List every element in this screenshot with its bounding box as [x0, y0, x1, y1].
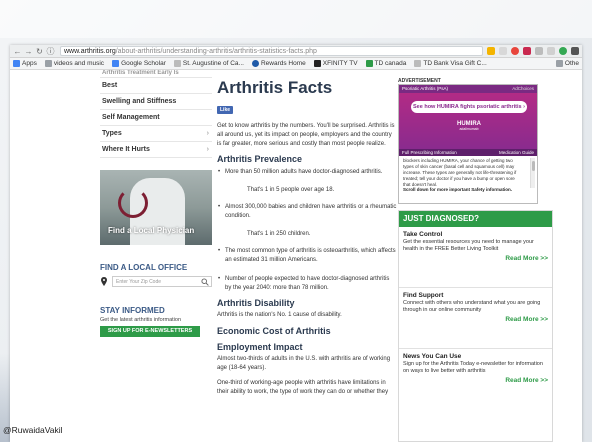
prevalence-heading: Arthritis Prevalence — [217, 154, 303, 164]
economic-heading: Economic Cost of Arthritis — [217, 326, 331, 336]
zip-search-row: Enter Your Zip Code — [100, 276, 212, 287]
list-note: That's 1 in 5 people over age 18. — [247, 187, 335, 193]
ad-footer: Scroll down for more important Safety in… — [403, 187, 513, 192]
td-icon — [365, 60, 373, 67]
employment-text: One-third of working-age people with art… — [217, 380, 389, 395]
map-pin-icon — [101, 277, 107, 286]
read-more-link[interactable]: Read More >> — [403, 316, 548, 323]
ad-scrollbar[interactable] — [530, 158, 535, 188]
find-physician-promo[interactable]: Find a Local Physician — [100, 170, 212, 245]
read-more-link[interactable]: Read More >> — [403, 255, 548, 262]
search-icon[interactable] — [201, 278, 209, 286]
reload-icon[interactable]: ↻ — [35, 47, 44, 56]
read-more-link[interactable]: Read More >> — [403, 377, 548, 384]
find-support-section: Find Support Connect with others who und… — [399, 288, 552, 349]
nav-item-best[interactable]: Best — [100, 78, 212, 94]
disability-heading: Arthritis Disability — [217, 298, 295, 308]
ad-safety-text: blockers including HUMIRA, your chance o… — [403, 158, 517, 186]
extension-icon[interactable] — [559, 47, 567, 55]
news-section: News You Can Use Sign up for the Arthrit… — [403, 353, 548, 384]
author-watermark: @RuwaidaVakil — [3, 425, 63, 435]
info-icon[interactable]: ⓘ — [46, 47, 55, 56]
ad-cta-button[interactable]: See how HUMIRA fights psoriatic arthriti… — [411, 101, 527, 113]
stay-informed-title: STAY INFORMED — [100, 306, 165, 315]
promo-label: Find a Local Physician — [108, 226, 195, 235]
address-bar[interactable]: www.arthritis.org /about-arthritis/under… — [60, 46, 483, 56]
signup-newsletter-button[interactable]: SIGN UP FOR E-NEWSLETTERS — [100, 326, 200, 337]
extension-icon[interactable] — [511, 47, 519, 55]
employment-heading: Employment Impact — [217, 342, 303, 352]
bookmarks-bar: Apps videos and music Google Scholar St.… — [10, 58, 582, 70]
right-column: ADVERTISEMENT Psoriatic Arthritis (PsA) … — [398, 70, 558, 442]
extension-icons — [487, 47, 579, 55]
intro-paragraph: Get to know arthritis by the numbers. Yo… — [217, 123, 395, 147]
bookmark-st-augustine[interactable]: St. Augustine of Ca... — [173, 60, 244, 67]
just-diagnosed-title: JUST DIAGNOSED? — [399, 211, 552, 227]
list-item: More than 50 million adults have doctor-… — [217, 168, 397, 177]
bookmark-td-canada[interactable]: TD canada — [365, 60, 406, 67]
list-item: Almost 300,000 babies and children have … — [217, 203, 397, 221]
extension-icon[interactable] — [487, 47, 495, 55]
bookmark-td-visa[interactable]: TD Bank Visa Gift C... — [414, 60, 487, 67]
page-icon — [414, 60, 422, 67]
other-bookmarks[interactable]: Othe — [555, 60, 579, 67]
bookmark-videos[interactable]: videos and music — [44, 60, 104, 67]
just-diagnosed-panel: JUST DIAGNOSED? Take Control Get the ess… — [398, 210, 553, 442]
ad-link-prescribing[interactable]: Full Prescribing Information — [402, 149, 457, 156]
ad-link-medication[interactable]: Medication Guide — [499, 149, 534, 156]
nav-item-types[interactable]: Types › — [100, 126, 212, 142]
humira-advertisement[interactable]: Psoriatic Arthritis (PsA) AdChoices See … — [398, 84, 538, 204]
back-arrow-icon[interactable]: ← — [13, 47, 22, 56]
bookmark-xfinity[interactable]: XFINITY TV — [313, 60, 358, 67]
chevron-right-icon: › — [206, 146, 209, 153]
star-icon[interactable] — [499, 47, 507, 55]
nav-item-where-it-hurts[interactable]: Where It Hurts › — [100, 142, 212, 158]
extension-icon[interactable] — [535, 47, 543, 55]
rewards-icon — [251, 60, 259, 67]
main-content: Arthritis Facts Like Get to know arthrit… — [215, 70, 397, 442]
url-path: /about-arthritis/understanding-arthritis… — [115, 47, 317, 55]
bookmark-rewards[interactable]: Rewards Home — [251, 60, 306, 67]
ad-links: Full Prescribing Information Medication … — [399, 149, 537, 156]
folder-icon — [44, 60, 52, 67]
nav-item-cut[interactable]: Arthritis Treatment Early Is — [100, 70, 212, 78]
menu-icon[interactable] — [571, 47, 579, 55]
browser-toolbar: ← → ↻ ⓘ www.arthritis.org /about-arthrit… — [10, 45, 582, 58]
web-page: Arthritis Treatment Early Is Best Swelli… — [10, 70, 582, 442]
scholar-icon — [112, 60, 120, 67]
browser-window: ← → ↻ ⓘ www.arthritis.org /about-arthrit… — [10, 45, 582, 442]
folder-icon — [555, 60, 563, 67]
list-item: The most common type of arthritis is ost… — [217, 247, 397, 265]
page-title: Arthritis Facts — [217, 78, 333, 97]
apps-grid-icon — [13, 60, 20, 67]
zip-placeholder: Enter Your Zip Code — [116, 279, 162, 285]
bookmark-scholar[interactable]: Google Scholar — [112, 60, 166, 67]
chevron-right-icon: › — [206, 130, 209, 137]
extension-icon[interactable] — [547, 47, 555, 55]
bookmark-apps[interactable]: Apps — [13, 60, 37, 67]
humira-logo: HUMIRA adalimumab — [457, 121, 481, 131]
url-host: www.arthritis.org — [64, 47, 116, 55]
forward-arrow-icon[interactable]: → — [24, 47, 33, 56]
ad-header: Psoriatic Arthritis (PsA) AdChoices — [399, 85, 537, 93]
list-note: That's 1 in 250 children. — [247, 231, 311, 237]
left-navigation: Arthritis Treatment Early Is Best Swelli… — [100, 70, 212, 158]
nav-item-self-management[interactable]: Self Management — [100, 110, 212, 126]
page-icon — [173, 60, 181, 67]
left-column: Arthritis Treatment Early Is Best Swelli… — [10, 70, 215, 442]
disability-text: Arthritis is the nation's No. 1 cause of… — [217, 312, 342, 318]
stay-informed-subtitle: Get the latest arthritis information — [100, 317, 182, 323]
employment-text: Almost two-thirds of adults in the U.S. … — [217, 356, 391, 371]
find-office-title: FIND A LOCAL OFFICE — [100, 263, 188, 272]
take-control-section: Take Control Get the essential resources… — [399, 227, 552, 288]
tv-icon — [313, 60, 321, 67]
nav-item-swelling[interactable]: Swelling and Stiffness — [100, 94, 212, 110]
zip-code-input[interactable]: Enter Your Zip Code — [112, 276, 212, 287]
ad-body: See how HUMIRA fights psoriatic arthriti… — [399, 93, 537, 149]
stethoscope-icon — [118, 188, 148, 218]
adchoices-icon[interactable]: AdChoices — [512, 85, 534, 93]
pinterest-icon[interactable] — [523, 47, 531, 55]
facebook-like-button[interactable]: Like — [217, 106, 234, 114]
list-item: Number of people expected to have doctor… — [217, 275, 397, 293]
